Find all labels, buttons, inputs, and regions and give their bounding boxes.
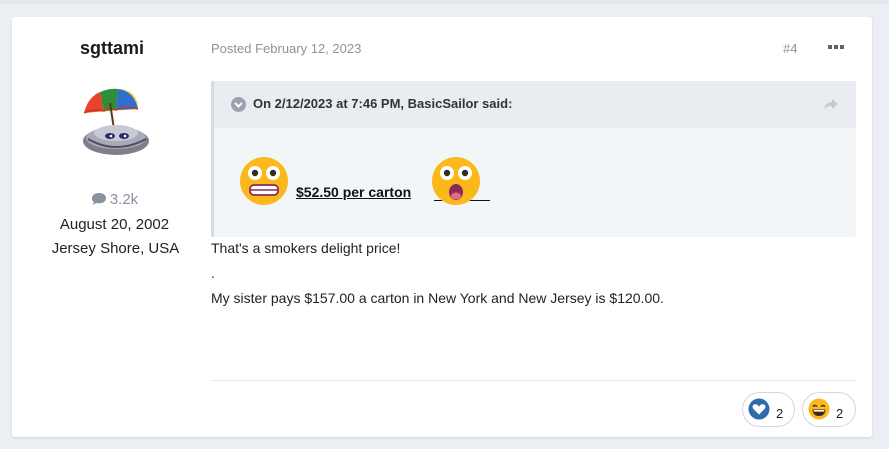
chevron-down-icon[interactable] [231, 97, 246, 112]
reaction-count: 2 [776, 406, 784, 421]
post-body-line: That's a smokers delight price! [211, 240, 401, 256]
laughing-face-icon [808, 398, 830, 420]
more-options-icon[interactable] [827, 41, 845, 53]
author-name[interactable]: sgttami [12, 38, 212, 59]
reaction-count: 2 [836, 406, 844, 421]
quote-price-text: $52.50 per carton [296, 184, 412, 200]
forum-post: sgttami 3.2k August 20, 2002 Jersey Shor… [12, 17, 872, 437]
author-location: Jersey Shore, USA [51, 240, 180, 257]
quote-header: On 2/12/2023 at 7:46 PM, BasicSailor sai… [214, 81, 856, 128]
grimacing-face-icon [240, 157, 288, 205]
speech-bubble-icon [91, 193, 106, 205]
quote-citation[interactable]: On 2/12/2023 at 7:46 PM, BasicSailor sai… [253, 96, 512, 111]
avatar[interactable] [74, 83, 154, 159]
share-arrow-icon[interactable] [823, 97, 839, 111]
post-count-value: 3.2k [109, 191, 139, 208]
post-count: 3.2k [12, 191, 217, 208]
page-top-strip [0, 0, 889, 4]
reaction-heart[interactable]: 2 [742, 392, 795, 427]
astonished-face-icon [432, 157, 480, 205]
reaction-laugh[interactable]: 2 [802, 392, 856, 427]
post-date[interactable]: Posted February 12, 2023 [211, 41, 361, 56]
post-body-line: . [211, 265, 215, 281]
heart-icon [748, 398, 770, 420]
divider [211, 380, 856, 381]
quote-block: On 2/12/2023 at 7:46 PM, BasicSailor sai… [211, 81, 856, 237]
join-date: August 20, 2002 [59, 216, 170, 233]
post-number-link[interactable]: #4 [783, 41, 797, 56]
post-body-line: My sister pays $157.00 a carton in New Y… [211, 290, 664, 306]
